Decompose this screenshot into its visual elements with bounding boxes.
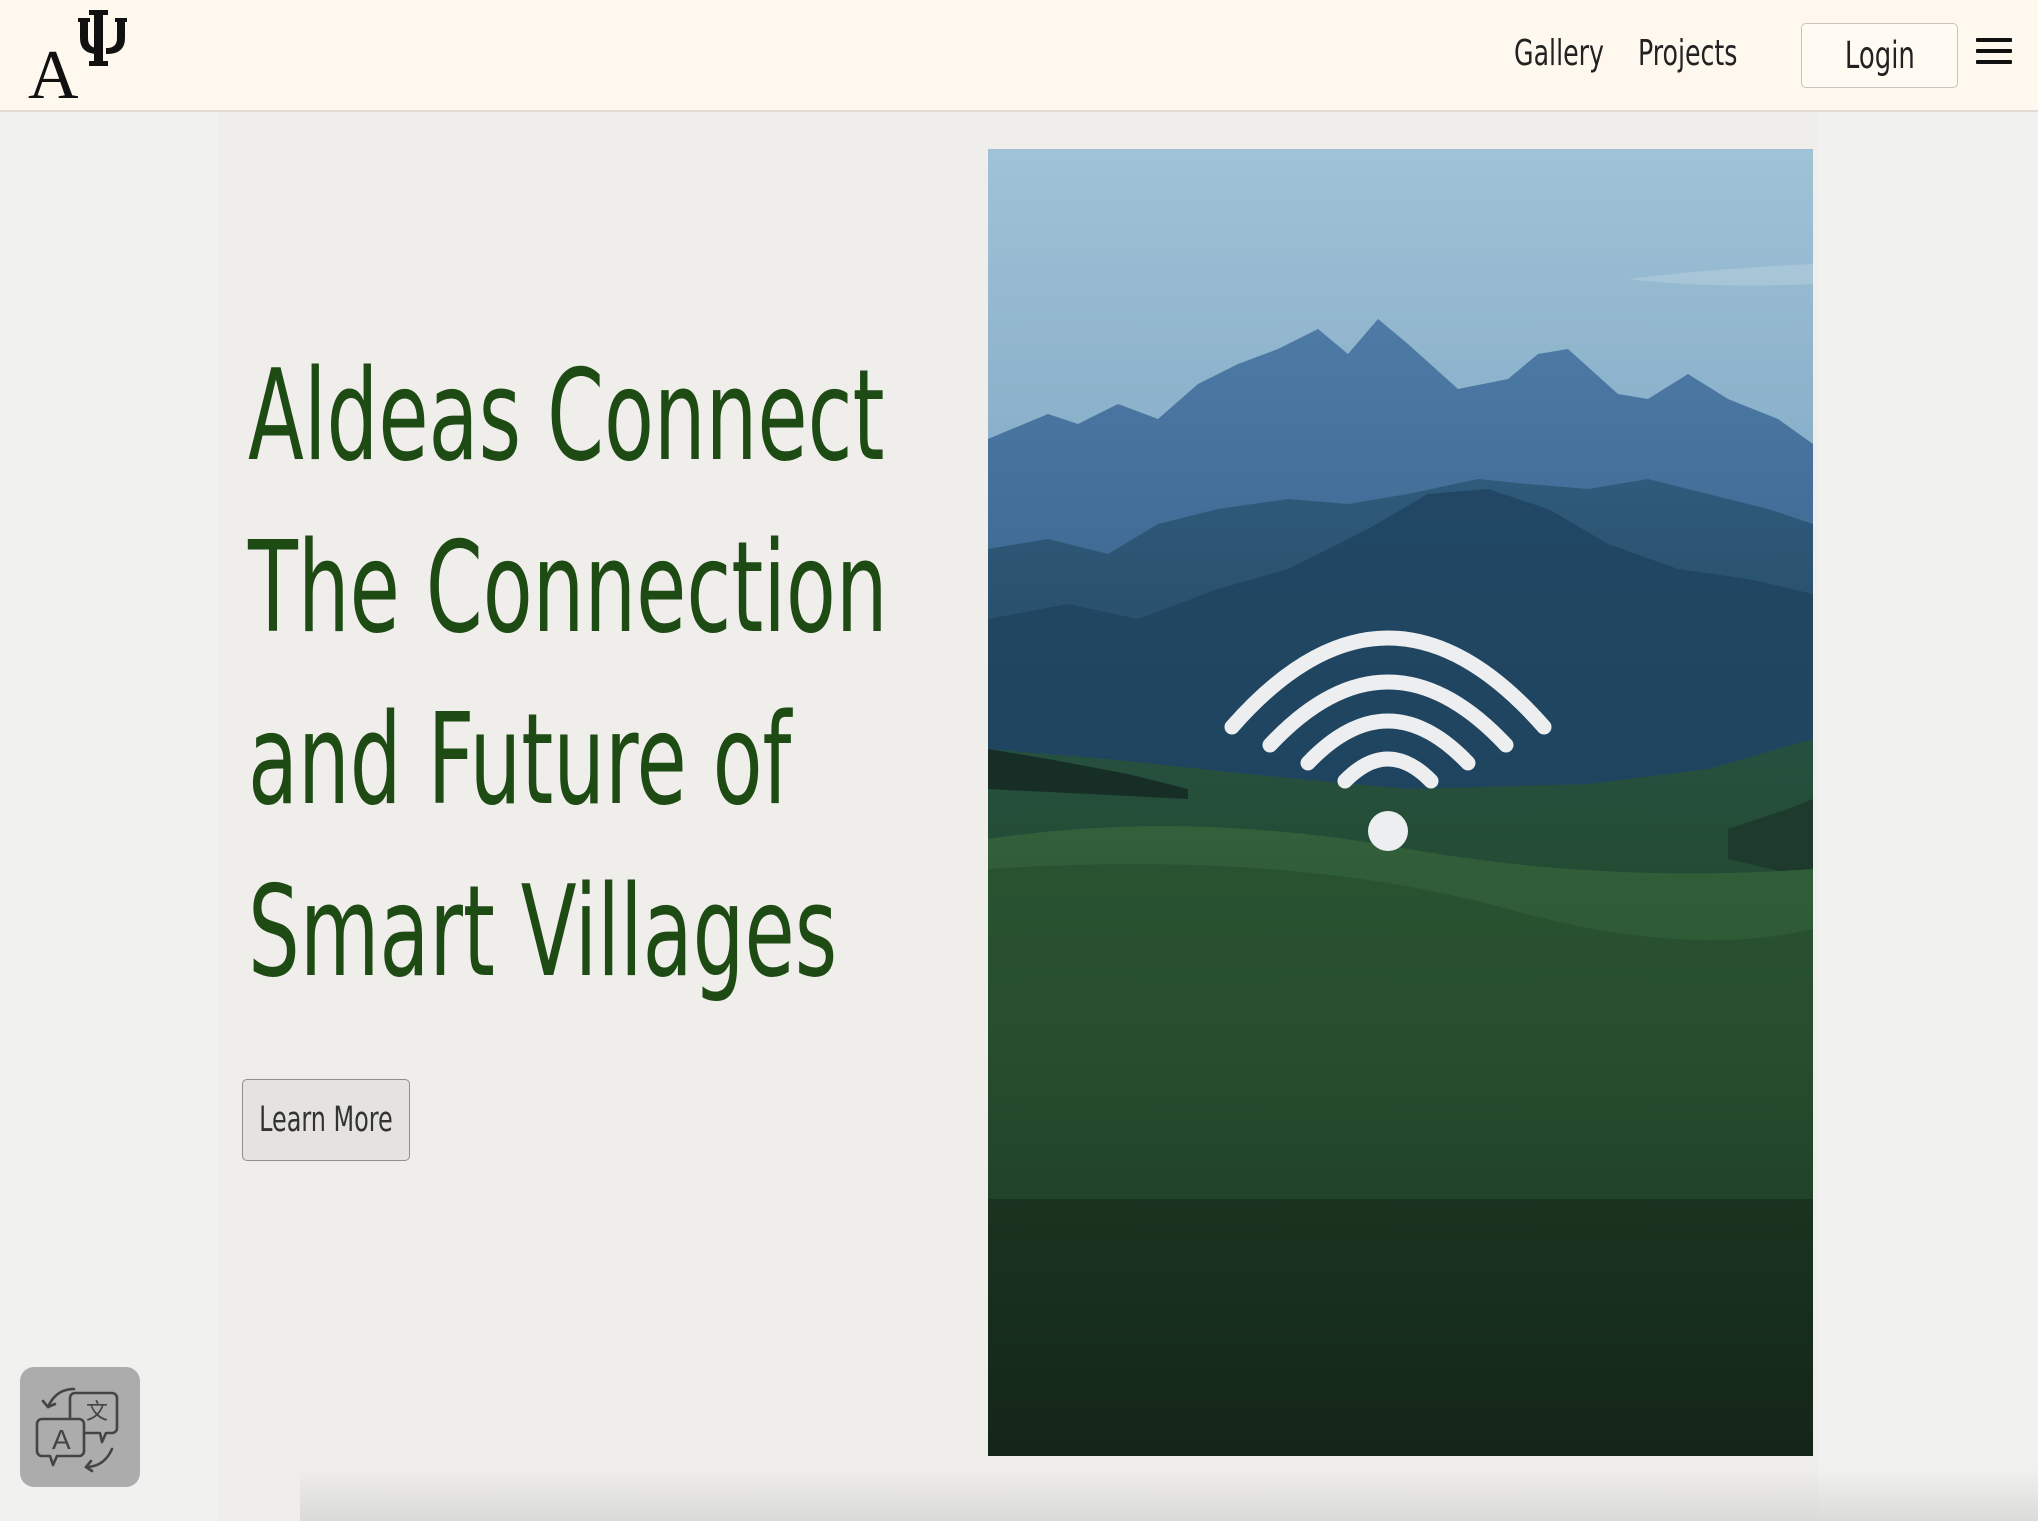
hero-title-line: Smart Villages: [248, 858, 838, 1005]
learn-more-button[interactable]: Learn More: [242, 1079, 410, 1161]
nav-gallery-link[interactable]: Gallery: [1514, 28, 1604, 80]
nav-projects-link[interactable]: Projects: [1638, 28, 1737, 80]
login-button-label: Login: [1844, 34, 1915, 77]
site-header: A Gallery Projects Login: [0, 0, 2038, 112]
hero-section: Aldeas Connect The Connection and Future…: [218, 112, 1818, 1521]
login-button[interactable]: Login: [1801, 23, 1958, 88]
menu-bar: [1976, 60, 2012, 64]
svg-text:文: 文: [86, 1400, 108, 1425]
translate-icon: A 文: [35, 1387, 119, 1473]
hero-title: Aldeas Connect The Connection and Future…: [248, 330, 888, 1018]
learn-more-label: Learn More: [259, 1100, 393, 1140]
menu-bar: [1976, 38, 2012, 42]
hero-title-line: and Future of: [248, 686, 792, 833]
site-logo[interactable]: A: [26, 6, 132, 102]
hamburger-menu-icon[interactable]: [1976, 36, 2012, 66]
translate-button[interactable]: A 文: [20, 1367, 140, 1487]
bottom-shadow: [300, 1468, 2038, 1521]
hero-title-line: Aldeas Connect: [248, 342, 885, 489]
menu-bar: [1976, 49, 2012, 53]
hero-title-line: The Connection: [248, 514, 888, 661]
svg-text:A: A: [52, 1424, 71, 1455]
svg-text:A: A: [28, 37, 79, 102]
hero-image: [988, 149, 1813, 1456]
